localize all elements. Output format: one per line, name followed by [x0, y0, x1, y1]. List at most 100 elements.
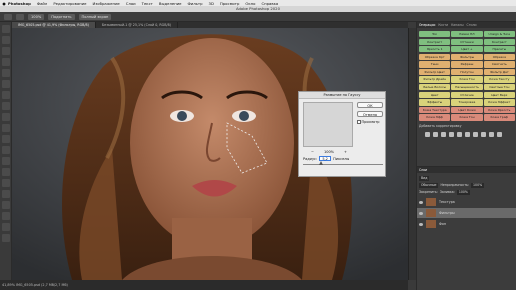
shape-tool-icon[interactable]: [2, 212, 10, 220]
path-select-tool-icon[interactable]: [2, 201, 10, 209]
hue-saturation-icon[interactable]: [465, 132, 470, 137]
blur-tool-icon[interactable]: [2, 157, 10, 165]
action-button[interactable]: Обрезка Крт: [419, 53, 451, 61]
brightness-icon[interactable]: [425, 132, 430, 137]
action-button[interactable]: Контраст: [483, 38, 515, 45]
action-button[interactable]: Рефреш: [451, 61, 483, 68]
brush-tool-icon[interactable]: [2, 102, 10, 110]
action-button[interactable]: Кожа Тексту: [483, 76, 515, 83]
menu-window[interactable]: Окно: [245, 1, 255, 6]
radius-slider-thumb[interactable]: [319, 161, 323, 165]
zoom-tool-icon[interactable]: [2, 234, 10, 242]
type-tool-icon[interactable]: [2, 190, 10, 198]
menu-type[interactable]: Текст: [142, 1, 153, 6]
action-button[interactable]: Светлые Тон: [483, 84, 515, 91]
action-button[interactable]: Ton: [419, 31, 451, 38]
menu-edit[interactable]: Редактирование: [53, 1, 86, 6]
action-button[interactable]: Цвет Верх: [483, 91, 515, 98]
layer-row[interactable]: Фон: [417, 219, 516, 229]
crop-tool-icon[interactable]: [2, 69, 10, 77]
menu-layers[interactable]: Слои: [126, 1, 136, 6]
exposure-icon[interactable]: [449, 132, 454, 137]
channel-mixer-icon[interactable]: [497, 132, 502, 137]
levels-icon[interactable]: [433, 132, 438, 137]
blend-mode-select[interactable]: Обычные: [419, 182, 439, 188]
marquee-tool-icon[interactable]: [2, 36, 10, 44]
hand-tool-icon[interactable]: [2, 223, 10, 231]
history-brush-tool-icon[interactable]: [2, 124, 10, 132]
action-button[interactable]: Белые Волосы: [419, 84, 451, 91]
eraser-tool-icon[interactable]: [2, 135, 10, 143]
action-button[interactable]: Кожа Тон: [451, 76, 483, 83]
action-button[interactable]: Смягчить: [483, 61, 515, 68]
action-button[interactable]: Отличие: [451, 91, 483, 98]
action-button[interactable]: Рамки ПЛ: [451, 31, 483, 38]
action-button[interactable]: Насыщенность: [451, 84, 483, 91]
action-button[interactable]: Эффекты: [419, 99, 451, 106]
eyedropper-tool-icon[interactable]: [2, 80, 10, 88]
layer-row[interactable]: Текстура: [417, 197, 516, 207]
zoom-in-button[interactable]: +: [344, 150, 347, 154]
ok-button[interactable]: ОК: [357, 102, 383, 108]
apple-icon[interactable]: ●: [0, 1, 8, 6]
pen-tool-icon[interactable]: [2, 179, 10, 187]
menu-app-name[interactable]: Photoshop: [8, 1, 31, 6]
menu-select[interactable]: Выделение: [159, 1, 182, 6]
black-white-icon[interactable]: [481, 132, 486, 137]
menu-file[interactable]: Файл: [37, 1, 48, 6]
action-button[interactable]: Кожа Граф: [483, 114, 515, 121]
zoom-out-button[interactable]: −: [311, 150, 314, 154]
collapsed-panel-strip[interactable]: [408, 28, 416, 280]
action-button[interactable]: Тонировка: [451, 99, 483, 106]
menu-3d[interactable]: 3D: [209, 1, 214, 6]
tab-actions[interactable]: Операции: [419, 22, 435, 28]
action-button[interactable]: Кожа Тон: [451, 114, 483, 121]
action-button[interactable]: Кожа Эфф: [419, 114, 451, 121]
tab-layers[interactable]: Слои: [419, 167, 427, 173]
action-button[interactable]: Контраст: [419, 38, 451, 45]
radius-slider-track[interactable]: [303, 164, 383, 165]
vibrance-icon[interactable]: [457, 132, 462, 137]
fill-input[interactable]: 100%: [456, 189, 470, 195]
action-button[interactable]: Цвет +: [451, 46, 483, 53]
menu-view[interactable]: Просмотр: [220, 1, 240, 6]
action-button[interactable]: Фильтр Дет: [483, 68, 515, 76]
zoom-tool-icon[interactable]: [16, 13, 24, 20]
action-button[interactable]: Цвет Кожи: [451, 106, 483, 114]
action-button[interactable]: Пресеты: [483, 46, 515, 53]
zoom-value-button[interactable]: 100%: [28, 13, 45, 20]
action-button[interactable]: Оттенки: [451, 38, 483, 45]
curves-icon[interactable]: [441, 132, 446, 137]
action-button[interactable]: Тени: [419, 61, 451, 68]
quick-select-tool-icon[interactable]: [2, 58, 10, 66]
dialog-preview-window[interactable]: [303, 102, 353, 147]
menu-filter[interactable]: Фильтр: [188, 1, 203, 6]
clone-stamp-tool-icon[interactable]: [2, 113, 10, 121]
action-button[interactable]: Фильтр Цвет: [419, 68, 451, 76]
lasso-tool-icon[interactable]: [2, 47, 10, 55]
fit-screen-button[interactable]: Подогнать: [48, 13, 75, 20]
move-tool-icon[interactable]: [2, 25, 10, 33]
dodge-tool-icon[interactable]: [2, 168, 10, 176]
action-button[interactable]: Фильтр Дрейн: [419, 76, 451, 83]
tab-styles[interactable]: Стили: [467, 22, 477, 28]
layer-row-selected[interactable]: Фильтры: [417, 208, 516, 218]
action-button[interactable]: Яркость 1: [419, 46, 451, 53]
action-button[interactable]: Цвет: [419, 91, 451, 98]
preview-checkbox[interactable]: Просмотр: [357, 120, 379, 124]
eye-icon[interactable]: [419, 200, 423, 204]
opacity-input[interactable]: 100%: [471, 182, 485, 188]
menu-image[interactable]: Изображение: [92, 1, 119, 6]
home-icon[interactable]: [4, 13, 12, 20]
menu-help[interactable]: Справка: [261, 1, 278, 6]
cancel-button[interactable]: Отмена: [357, 111, 383, 117]
color-balance-icon[interactable]: [473, 132, 478, 137]
full-screen-button[interactable]: Полный экран: [78, 13, 112, 20]
tab-channels[interactable]: Каналы: [451, 22, 463, 28]
action-button[interactable]: Полутон: [451, 68, 483, 76]
eye-icon[interactable]: [419, 211, 423, 215]
eye-icon[interactable]: [419, 222, 423, 226]
action-button[interactable]: Unsign & Tune: [483, 31, 515, 38]
kind-filter-select[interactable]: Вид: [419, 175, 430, 181]
action-button[interactable]: Кожа Эффект: [483, 99, 515, 106]
